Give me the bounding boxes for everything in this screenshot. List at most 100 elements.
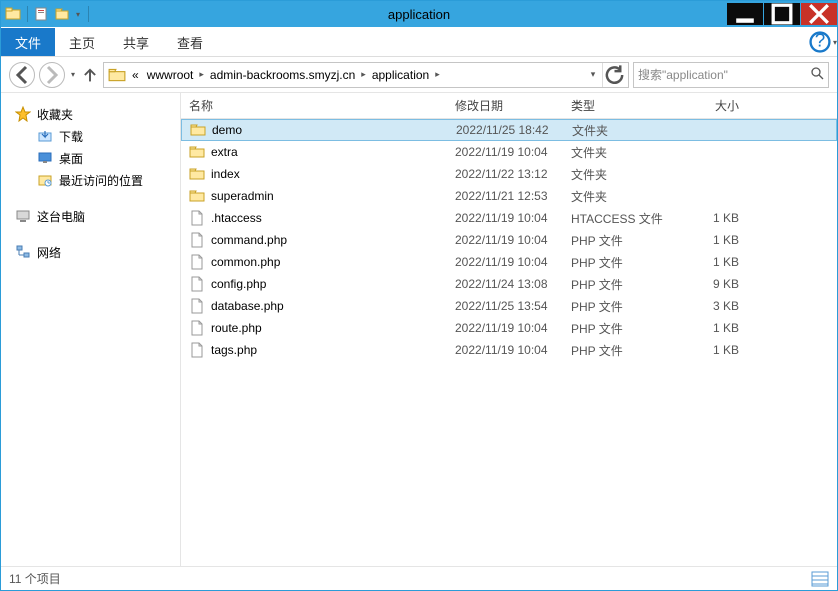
- folder-icon: [108, 66, 126, 84]
- search-input[interactable]: 搜索"application": [633, 62, 829, 88]
- column-header-size[interactable]: 大小: [687, 97, 747, 114]
- file-name-cell[interactable]: route.php: [181, 320, 447, 336]
- file-name-cell[interactable]: common.php: [181, 254, 447, 270]
- file-type: PHP 文件: [563, 232, 687, 249]
- file-name-cell[interactable]: .htaccess: [181, 210, 447, 226]
- qat-dropdown-icon[interactable]: ▾: [74, 10, 82, 19]
- file-type: 文件夹: [563, 188, 687, 205]
- favorites-label: 收藏夹: [37, 106, 73, 123]
- file-date: 2022/11/25 18:42: [448, 123, 564, 137]
- separator: [27, 6, 28, 22]
- maximize-button[interactable]: [764, 3, 800, 25]
- window-title: application: [388, 7, 450, 22]
- recent-icon: [37, 172, 53, 188]
- column-header-name[interactable]: 名称: [181, 97, 447, 114]
- tab-share[interactable]: 共享: [109, 28, 163, 56]
- details-view-icon[interactable]: [811, 571, 829, 587]
- file-row[interactable]: route.php2022/11/19 10:04PHP 文件1 KB: [181, 317, 837, 339]
- file-name-cell[interactable]: config.php: [181, 276, 447, 292]
- sidebar-item-label: 最近访问的位置: [59, 172, 143, 189]
- file-row[interactable]: index2022/11/22 13:12文件夹: [181, 163, 837, 185]
- file-list[interactable]: demo2022/11/25 18:42文件夹extra2022/11/19 1…: [181, 119, 837, 566]
- file-row[interactable]: .htaccess2022/11/19 10:04HTACCESS 文件1 KB: [181, 207, 837, 229]
- address-bar[interactable]: « wwwroot ▸ admin-backrooms.smyzj.cn ▸ a…: [103, 62, 629, 88]
- search-placeholder: 搜索"application": [638, 66, 728, 83]
- file-row[interactable]: command.php2022/11/19 10:04PHP 文件1 KB: [181, 229, 837, 251]
- search-icon[interactable]: [811, 67, 824, 83]
- file-name: superadmin: [211, 189, 274, 203]
- file-name: config.php: [211, 277, 266, 291]
- chevron-right-icon[interactable]: ▸: [433, 69, 442, 80]
- breadcrumb-item[interactable]: application: [368, 68, 433, 82]
- sidebar-item-network[interactable]: 网络: [9, 241, 180, 263]
- file-name-cell[interactable]: database.php: [181, 298, 447, 314]
- chevron-right-icon[interactable]: ▸: [359, 69, 368, 80]
- sidebar-item-downloads[interactable]: 下载: [9, 125, 180, 147]
- file-type: PHP 文件: [563, 320, 687, 337]
- forward-button[interactable]: [39, 62, 65, 88]
- address-dropdown-icon[interactable]: ▾: [584, 69, 602, 80]
- body: 收藏夹 下载 桌面 最近访问的位置 这台电脑: [1, 93, 837, 566]
- back-button[interactable]: [9, 62, 35, 88]
- file-name: tags.php: [211, 343, 257, 357]
- desktop-icon: [37, 150, 53, 166]
- nav-bar: ▾ « wwwroot ▸ admin-backrooms.smyzj.cn ▸…: [1, 57, 837, 93]
- file-size: 1 KB: [687, 343, 747, 357]
- file-name-cell[interactable]: demo: [182, 122, 448, 138]
- status-bar: 11 个项目: [1, 566, 837, 590]
- file-name-cell[interactable]: index: [181, 166, 447, 182]
- sidebar-item-this-pc[interactable]: 这台电脑: [9, 205, 180, 227]
- file-date: 2022/11/19 10:04: [447, 321, 563, 335]
- breadcrumb-item[interactable]: wwwroot: [143, 68, 198, 82]
- file-name: route.php: [211, 321, 262, 335]
- tab-home[interactable]: 主页: [55, 28, 109, 56]
- breadcrumb-item[interactable]: admin-backrooms.smyzj.cn: [206, 68, 359, 82]
- open-folder-icon[interactable]: [54, 6, 70, 22]
- file-tab[interactable]: 文件: [1, 28, 55, 56]
- file-row[interactable]: database.php2022/11/25 13:54PHP 文件3 KB: [181, 295, 837, 317]
- file-row[interactable]: superadmin2022/11/21 12:53文件夹: [181, 185, 837, 207]
- file-type: 文件夹: [563, 144, 687, 161]
- sidebar-item-label: 网络: [37, 244, 61, 261]
- file-type: PHP 文件: [563, 342, 687, 359]
- history-dropdown-icon[interactable]: ▾: [69, 70, 77, 79]
- file-type: PHP 文件: [563, 276, 687, 293]
- file-row[interactable]: common.php2022/11/19 10:04PHP 文件1 KB: [181, 251, 837, 273]
- close-button[interactable]: [801, 3, 837, 25]
- file-row[interactable]: demo2022/11/25 18:42文件夹: [181, 119, 837, 141]
- computer-icon: [15, 208, 31, 224]
- chevron-right-icon[interactable]: ▸: [197, 69, 206, 80]
- file-icon: [189, 210, 205, 226]
- chevron-down-icon[interactable]: ▾: [833, 38, 837, 47]
- folder-icon: [190, 122, 206, 138]
- navigation-pane[interactable]: 收藏夹 下载 桌面 最近访问的位置 这台电脑: [1, 93, 181, 566]
- refresh-button[interactable]: [602, 63, 626, 87]
- ribbon-help-button[interactable]: ? ▾: [809, 28, 837, 56]
- file-row[interactable]: extra2022/11/19 10:04文件夹: [181, 141, 837, 163]
- file-icon: [189, 232, 205, 248]
- file-date: 2022/11/19 10:04: [447, 145, 563, 159]
- file-name-cell[interactable]: tags.php: [181, 342, 447, 358]
- favorites-header[interactable]: 收藏夹: [9, 103, 180, 125]
- ribbon-tabs: 文件 主页 共享 查看 ? ▾: [1, 27, 837, 57]
- file-name: database.php: [211, 299, 284, 313]
- file-name-cell[interactable]: superadmin: [181, 188, 447, 204]
- file-name-cell[interactable]: extra: [181, 144, 447, 160]
- properties-icon[interactable]: [34, 6, 50, 22]
- up-button[interactable]: [81, 62, 99, 88]
- minimize-button[interactable]: [727, 3, 763, 25]
- file-icon: [189, 320, 205, 336]
- column-header-type[interactable]: 类型: [563, 97, 687, 114]
- breadcrumb-prefix[interactable]: «: [128, 68, 143, 82]
- file-type: 文件夹: [563, 166, 687, 183]
- file-date: 2022/11/24 13:08: [447, 277, 563, 291]
- file-row[interactable]: config.php2022/11/24 13:08PHP 文件9 KB: [181, 273, 837, 295]
- column-header-date[interactable]: 修改日期: [447, 97, 563, 114]
- tab-view[interactable]: 查看: [163, 28, 217, 56]
- title-bar[interactable]: ▾ application: [1, 1, 837, 27]
- sidebar-item-desktop[interactable]: 桌面: [9, 147, 180, 169]
- file-name: common.php: [211, 255, 280, 269]
- sidebar-item-recent[interactable]: 最近访问的位置: [9, 169, 180, 191]
- file-name-cell[interactable]: command.php: [181, 232, 447, 248]
- file-row[interactable]: tags.php2022/11/19 10:04PHP 文件1 KB: [181, 339, 837, 361]
